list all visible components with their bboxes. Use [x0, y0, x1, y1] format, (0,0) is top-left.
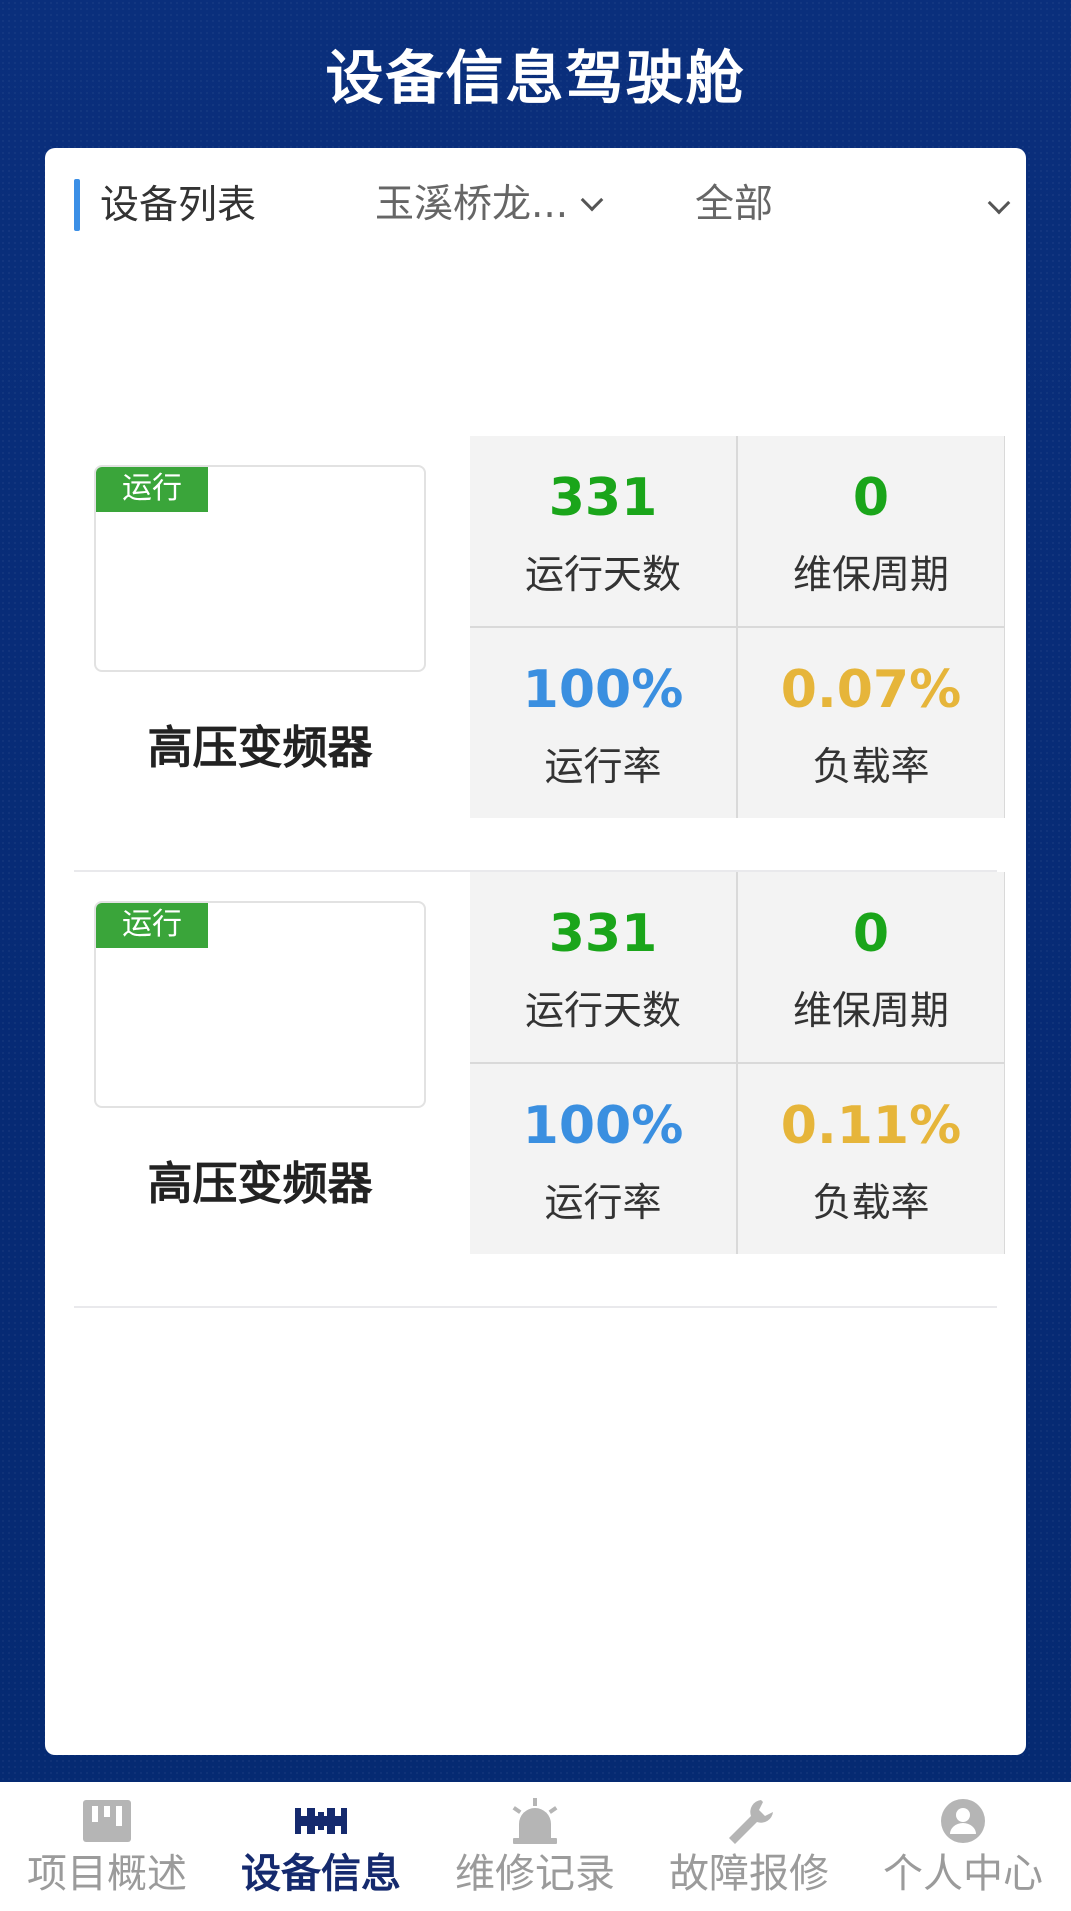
stat-load-rate: 0.11% 负载率 — [738, 1064, 1004, 1254]
stat-label: 运行率 — [544, 745, 662, 790]
stat-value: 100% — [522, 660, 684, 720]
tab-project-overview[interactable]: 项目概述 — [0, 1782, 214, 1911]
site-filter-dropdown[interactable]: 玉溪桥龙... — [375, 174, 670, 236]
stat-operating-rate: 100% 运行率 — [470, 1064, 736, 1254]
status-badge: 运行 — [96, 903, 208, 948]
tab-label: 项目概述 — [27, 1851, 187, 1897]
kanban-icon — [83, 1800, 131, 1842]
stat-value: 331 — [548, 904, 658, 964]
stat-label: 运行率 — [544, 1181, 662, 1226]
tab-label: 故障报修 — [669, 1851, 829, 1897]
panel-header: 设备列表 玉溪桥龙... 全部 — [45, 148, 1026, 268]
device-image: 运行 — [94, 465, 426, 672]
panel-title: 设备列表 — [100, 183, 257, 228]
device-card[interactable]: 运行 高压变频器 331 运行天数 0 维保周期 100% 运行率 — [74, 872, 1005, 1308]
stat-running-days: 331 运行天数 — [470, 436, 736, 626]
app-screen: 设备信息驾驶舱 设备列表 玉溪桥龙... 全部 运行 高压变频器 331 运行天… — [0, 0, 1071, 1911]
device-list-panel: 设备列表 玉溪桥龙... 全部 运行 高压变频器 331 运行天数 0 维保周期… — [45, 148, 1026, 1755]
stat-label: 维保周期 — [792, 989, 949, 1034]
wrench-icon — [729, 1800, 773, 1844]
status-filter-dropdown[interactable]: 全部 — [695, 174, 1025, 236]
stat-value: 331 — [548, 468, 658, 528]
stat-label: 运行天数 — [524, 989, 681, 1034]
user-icon — [941, 1799, 985, 1843]
tab-maintenance-records[interactable]: 维修记录 — [428, 1782, 642, 1911]
stat-value: 100% — [522, 1096, 684, 1156]
bottom-tab-bar: 项目概述 设备信息 维修记录 故障报修 个人中心 — [0, 1782, 1071, 1911]
device-card[interactable]: 运行 高压变频器 331 运行天数 0 维保周期 100% 运行率 — [74, 436, 1005, 872]
device-image: 运行 — [94, 901, 426, 1108]
stat-maintenance-cycle: 0 维保周期 — [738, 436, 1004, 626]
stat-label: 运行天数 — [524, 553, 681, 598]
chevron-down-icon — [580, 188, 604, 212]
stat-operating-rate: 100% 运行率 — [470, 628, 736, 818]
tab-label: 维修记录 — [455, 1851, 615, 1897]
stat-label: 负载率 — [812, 745, 930, 790]
tab-device-info[interactable]: 设备信息 — [214, 1782, 428, 1911]
stat-load-rate: 0.07% 负载率 — [738, 628, 1004, 818]
device-name: 高压变频器 — [147, 721, 373, 774]
chevron-down-icon — [987, 191, 1011, 215]
status-filter-value: 全部 — [695, 182, 774, 227]
stat-value: 0 — [852, 468, 890, 528]
stats-grid: 331 运行天数 0 维保周期 100% 运行率 0.11% 负载率 — [470, 872, 1005, 1254]
stat-label: 负载率 — [812, 1181, 930, 1226]
tab-fault-report[interactable]: 故障报修 — [642, 1782, 856, 1911]
stat-label: 维保周期 — [792, 553, 949, 598]
stat-running-days: 331 运行天数 — [470, 872, 736, 1062]
device-name: 高压变频器 — [147, 1157, 373, 1210]
site-filter-value: 玉溪桥龙... — [375, 182, 569, 227]
tab-personal-center[interactable]: 个人中心 — [856, 1782, 1070, 1911]
stats-grid: 331 运行天数 0 维保周期 100% 运行率 0.07% 负载率 — [470, 436, 1005, 818]
stat-value: 0.07% — [780, 660, 962, 720]
header-accent-bar — [74, 179, 80, 231]
device-icon — [295, 1808, 347, 1834]
page-title: 设备信息驾驶舱 — [325, 44, 746, 112]
tab-label: 个人中心 — [883, 1851, 1043, 1897]
stat-maintenance-cycle: 0 维保周期 — [738, 872, 1004, 1062]
stat-value: 0 — [852, 904, 890, 964]
stat-value: 0.11% — [780, 1096, 962, 1156]
tab-label: 设备信息 — [241, 1851, 401, 1897]
status-badge: 运行 — [96, 467, 208, 512]
alarm-light-icon — [512, 1798, 558, 1844]
